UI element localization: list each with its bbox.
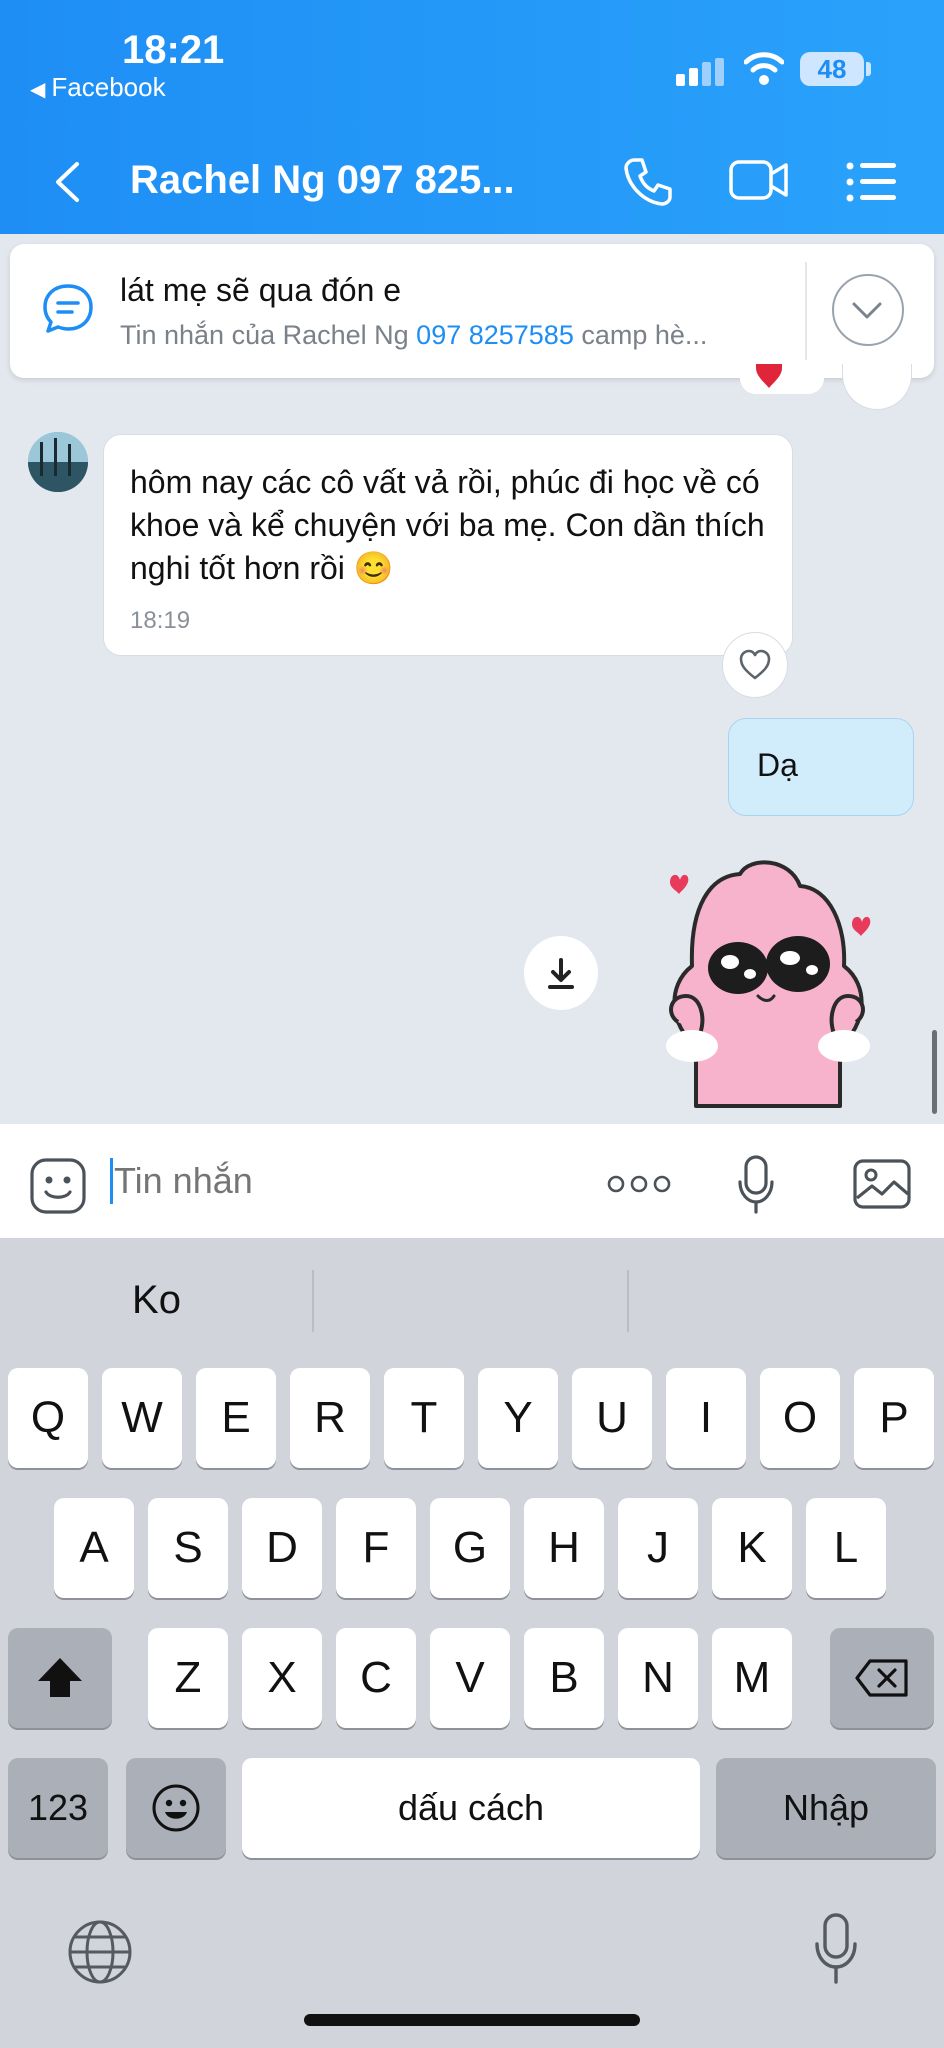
message-input-bar xyxy=(0,1124,944,1238)
phone-call-icon[interactable] xyxy=(620,154,676,210)
suggestion-divider xyxy=(627,1270,629,1332)
dictation-microphone-icon[interactable] xyxy=(812,1912,860,1986)
globe-icon[interactable] xyxy=(66,1918,134,1986)
battery-tip xyxy=(866,62,871,76)
back-app-label: Facebook xyxy=(51,72,166,102)
key-v[interactable]: V xyxy=(430,1628,510,1728)
key-f[interactable]: F xyxy=(336,1498,416,1598)
pinned-source-prefix: Tin nhắn của Rachel Ng xyxy=(120,320,417,350)
key-c[interactable]: C xyxy=(336,1628,416,1728)
key-j[interactable]: J xyxy=(618,1498,698,1598)
incoming-message-text: hôm nay các cô vất vả rồi, phúc đi học v… xyxy=(130,464,765,586)
key-k[interactable]: K xyxy=(712,1498,792,1598)
pinned-message[interactable]: lát mẹ sẽ qua đón e Tin nhắn của Rachel … xyxy=(10,244,934,378)
heart-outline-icon xyxy=(739,649,771,680)
outgoing-message-bubble[interactable]: Dạ xyxy=(728,718,914,816)
key-i[interactable]: I xyxy=(666,1368,746,1468)
avatar-image xyxy=(28,432,88,492)
key-e[interactable]: E xyxy=(196,1368,276,1468)
download-icon xyxy=(548,958,574,989)
pink-bunny-sticker[interactable] xyxy=(630,846,910,1116)
numbers-key[interactable]: 123 xyxy=(8,1758,108,1858)
download-button[interactable] xyxy=(524,936,598,1010)
suggestion-1[interactable]: Ko xyxy=(0,1278,313,1323)
key-m[interactable]: M xyxy=(712,1628,792,1728)
scroll-indicator[interactable] xyxy=(932,1030,937,1114)
status-time: 18:21 xyxy=(122,28,225,72)
key-d[interactable]: D xyxy=(242,1498,322,1598)
wifi-icon xyxy=(744,52,784,85)
back-chevron-icon[interactable] xyxy=(52,160,82,204)
back-triangle-icon: ◀ xyxy=(30,79,46,101)
microphone-icon[interactable] xyxy=(736,1154,776,1216)
react-heart-button[interactable] xyxy=(722,632,788,698)
key-s[interactable]: S xyxy=(148,1498,228,1598)
keyboard: Ko Q W E R T Y U I O P A S D F G H J K L… xyxy=(0,1238,944,2048)
pinned-message-source: Tin nhắn của Rachel Ng 097 8257585 camp … xyxy=(120,320,707,351)
video-call-icon[interactable] xyxy=(728,156,790,204)
conversation-title[interactable]: Rachel Ng 097 825... xyxy=(130,158,515,203)
red-heart-reaction-icon xyxy=(756,364,782,388)
key-y[interactable]: Y xyxy=(478,1368,558,1468)
key-z[interactable]: Z xyxy=(148,1628,228,1728)
back-to-facebook[interactable]: ◀ Facebook xyxy=(30,72,166,103)
key-q[interactable]: Q xyxy=(8,1368,88,1468)
pinned-phone-link[interactable]: 097 8257585 xyxy=(416,320,574,350)
key-u[interactable]: U xyxy=(572,1368,652,1468)
key-x[interactable]: X xyxy=(242,1628,322,1728)
message-timestamp: 18:19 xyxy=(130,607,191,634)
space-key[interactable]: dấu cách xyxy=(242,1758,700,1858)
key-g[interactable]: G xyxy=(430,1498,510,1598)
sticker-emoji-icon[interactable] xyxy=(28,1156,88,1216)
emoji-face-icon xyxy=(152,1784,200,1832)
pinned-divider xyxy=(805,262,807,360)
backspace-key[interactable] xyxy=(830,1628,934,1728)
key-b[interactable]: B xyxy=(524,1628,604,1728)
key-p[interactable]: P xyxy=(854,1368,934,1468)
incoming-message-bubble[interactable]: hôm nay các cô vất vả rồi, phúc đi học v… xyxy=(103,434,793,656)
backspace-icon xyxy=(855,1659,908,1697)
more-options-icon[interactable] xyxy=(606,1174,672,1194)
chat-bubble-icon xyxy=(43,284,93,333)
key-t[interactable]: T xyxy=(384,1368,464,1468)
suggestion-divider xyxy=(312,1270,314,1332)
key-h[interactable]: H xyxy=(524,1498,604,1598)
return-key[interactable]: Nhập xyxy=(716,1758,936,1858)
key-n[interactable]: N xyxy=(618,1628,698,1728)
key-w[interactable]: W xyxy=(102,1368,182,1468)
key-l[interactable]: L xyxy=(806,1498,886,1598)
emoji-key[interactable] xyxy=(126,1758,226,1858)
previous-heart-button[interactable] xyxy=(842,364,912,410)
message-input[interactable] xyxy=(114,1158,574,1204)
shift-arrow-icon xyxy=(38,1658,82,1697)
pinned-source-suffix: camp hè... xyxy=(573,320,708,350)
avatar[interactable] xyxy=(28,432,88,492)
key-r[interactable]: R xyxy=(290,1368,370,1468)
key-o[interactable]: O xyxy=(760,1368,840,1468)
key-a[interactable]: A xyxy=(54,1498,134,1598)
cellular-signal-icon xyxy=(676,58,724,86)
shift-key[interactable] xyxy=(8,1628,112,1728)
pinned-expand-button[interactable] xyxy=(832,274,904,346)
menu-list-icon[interactable] xyxy=(846,160,898,204)
image-gallery-icon[interactable] xyxy=(852,1158,912,1210)
home-indicator[interactable] xyxy=(304,2014,640,2026)
text-caret xyxy=(110,1158,113,1204)
battery-indicator: 48 xyxy=(800,52,864,86)
chat-header: 18:21 ◀ Facebook 48 Rachel Ng 097 825... xyxy=(0,0,944,234)
pinned-message-text: lát mẹ sẽ qua đón e xyxy=(120,272,402,308)
chevron-down-icon xyxy=(852,302,882,319)
